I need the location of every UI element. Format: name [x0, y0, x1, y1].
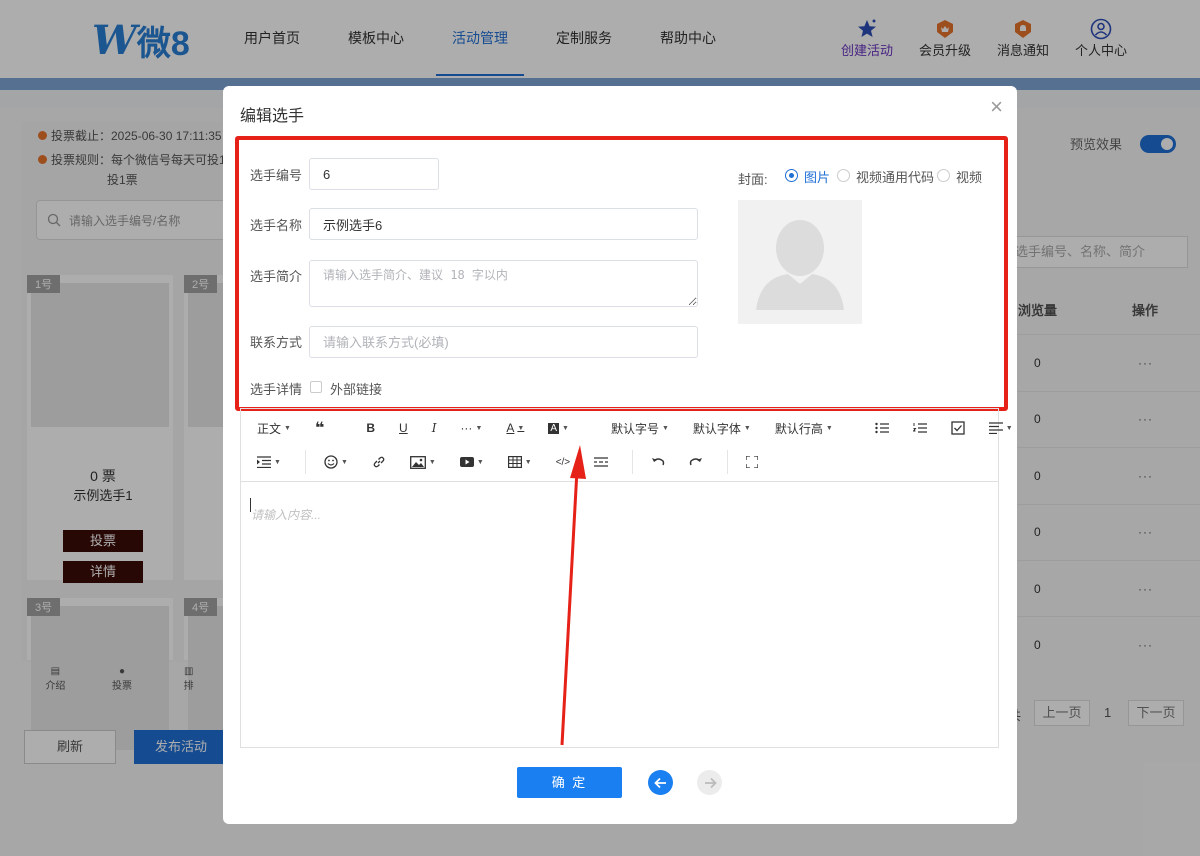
font-family-dropdown[interactable]: 默认字体 ▼	[693, 420, 751, 437]
undo-icon[interactable]	[651, 456, 665, 468]
next-player-button[interactable]	[697, 770, 722, 795]
more-styles-dropdown[interactable]: ··· ▼	[460, 421, 482, 435]
highlight-box	[235, 136, 1008, 411]
editor-placeholder: 请输入内容...	[251, 508, 322, 522]
editor-toolbar-row-2: ▼ ▼ ▼ ▼ ▼ </>	[241, 445, 1000, 479]
video-icon[interactable]: ▼	[459, 457, 484, 467]
confirm-button[interactable]: 确 定	[517, 767, 622, 798]
paragraph-style-dropdown[interactable]: 正文 ▼	[257, 420, 291, 437]
dialog-title: 编辑选手	[240, 108, 305, 125]
image-icon[interactable]: ▼	[409, 455, 436, 469]
link-icon[interactable]	[372, 455, 386, 469]
bulleted-list-icon[interactable]	[875, 422, 889, 434]
align-dropdown[interactable]: ▼	[988, 422, 1013, 434]
toolbar-separator	[632, 450, 634, 474]
divider-icon[interactable]	[594, 456, 609, 468]
italic-button[interactable]: I	[432, 421, 437, 435]
indent-icon[interactable]: ▼	[257, 456, 281, 468]
previous-player-button[interactable]	[648, 770, 673, 795]
font-size-dropdown[interactable]: 默认字号 ▼	[611, 420, 669, 437]
bold-button[interactable]: B	[366, 421, 375, 435]
toolbar-separator	[727, 450, 729, 474]
editor-toolbar-row-1: 正文 ▼ ❝ B U I ··· ▼ A ▼ A ▼ 默认字号 ▼ 默认字体 ▼ 默认行高 ▼	[241, 411, 1013, 445]
emoji-icon[interactable]: ▼	[324, 455, 348, 469]
background-color-dropdown[interactable]: A ▼	[548, 422, 569, 434]
redo-icon[interactable]	[689, 456, 703, 468]
rich-text-editor: 正文 ▼ ❝ B U I ··· ▼ A ▼ A ▼ 默认字号 ▼ 默认字体 ▼ 默认行高 ▼	[240, 408, 1013, 748]
quote-icon[interactable]: ❝	[315, 418, 324, 438]
fullscreen-icon[interactable]	[746, 456, 759, 468]
underline-button[interactable]: U	[399, 421, 408, 435]
toolbar-separator	[304, 450, 306, 474]
font-color-dropdown[interactable]: A ▼	[506, 421, 524, 435]
arrow-left-icon	[653, 777, 666, 788]
table-icon[interactable]: ▼	[507, 456, 532, 468]
code-icon[interactable]: </>	[556, 457, 570, 468]
edit-player-dialog: 编辑选手 × 选手编号 选手名称 选手简介 联系方式 选手详情 外部链接 封面:…	[223, 86, 1017, 824]
close-icon[interactable]: ×	[990, 94, 1003, 120]
line-height-dropdown[interactable]: 默认行高 ▼	[775, 420, 833, 437]
editor-content-area[interactable]: 请输入内容...	[241, 481, 998, 747]
checklist-icon[interactable]	[951, 421, 965, 435]
arrow-right-icon	[704, 777, 717, 788]
numbered-list-icon[interactable]	[912, 422, 927, 434]
